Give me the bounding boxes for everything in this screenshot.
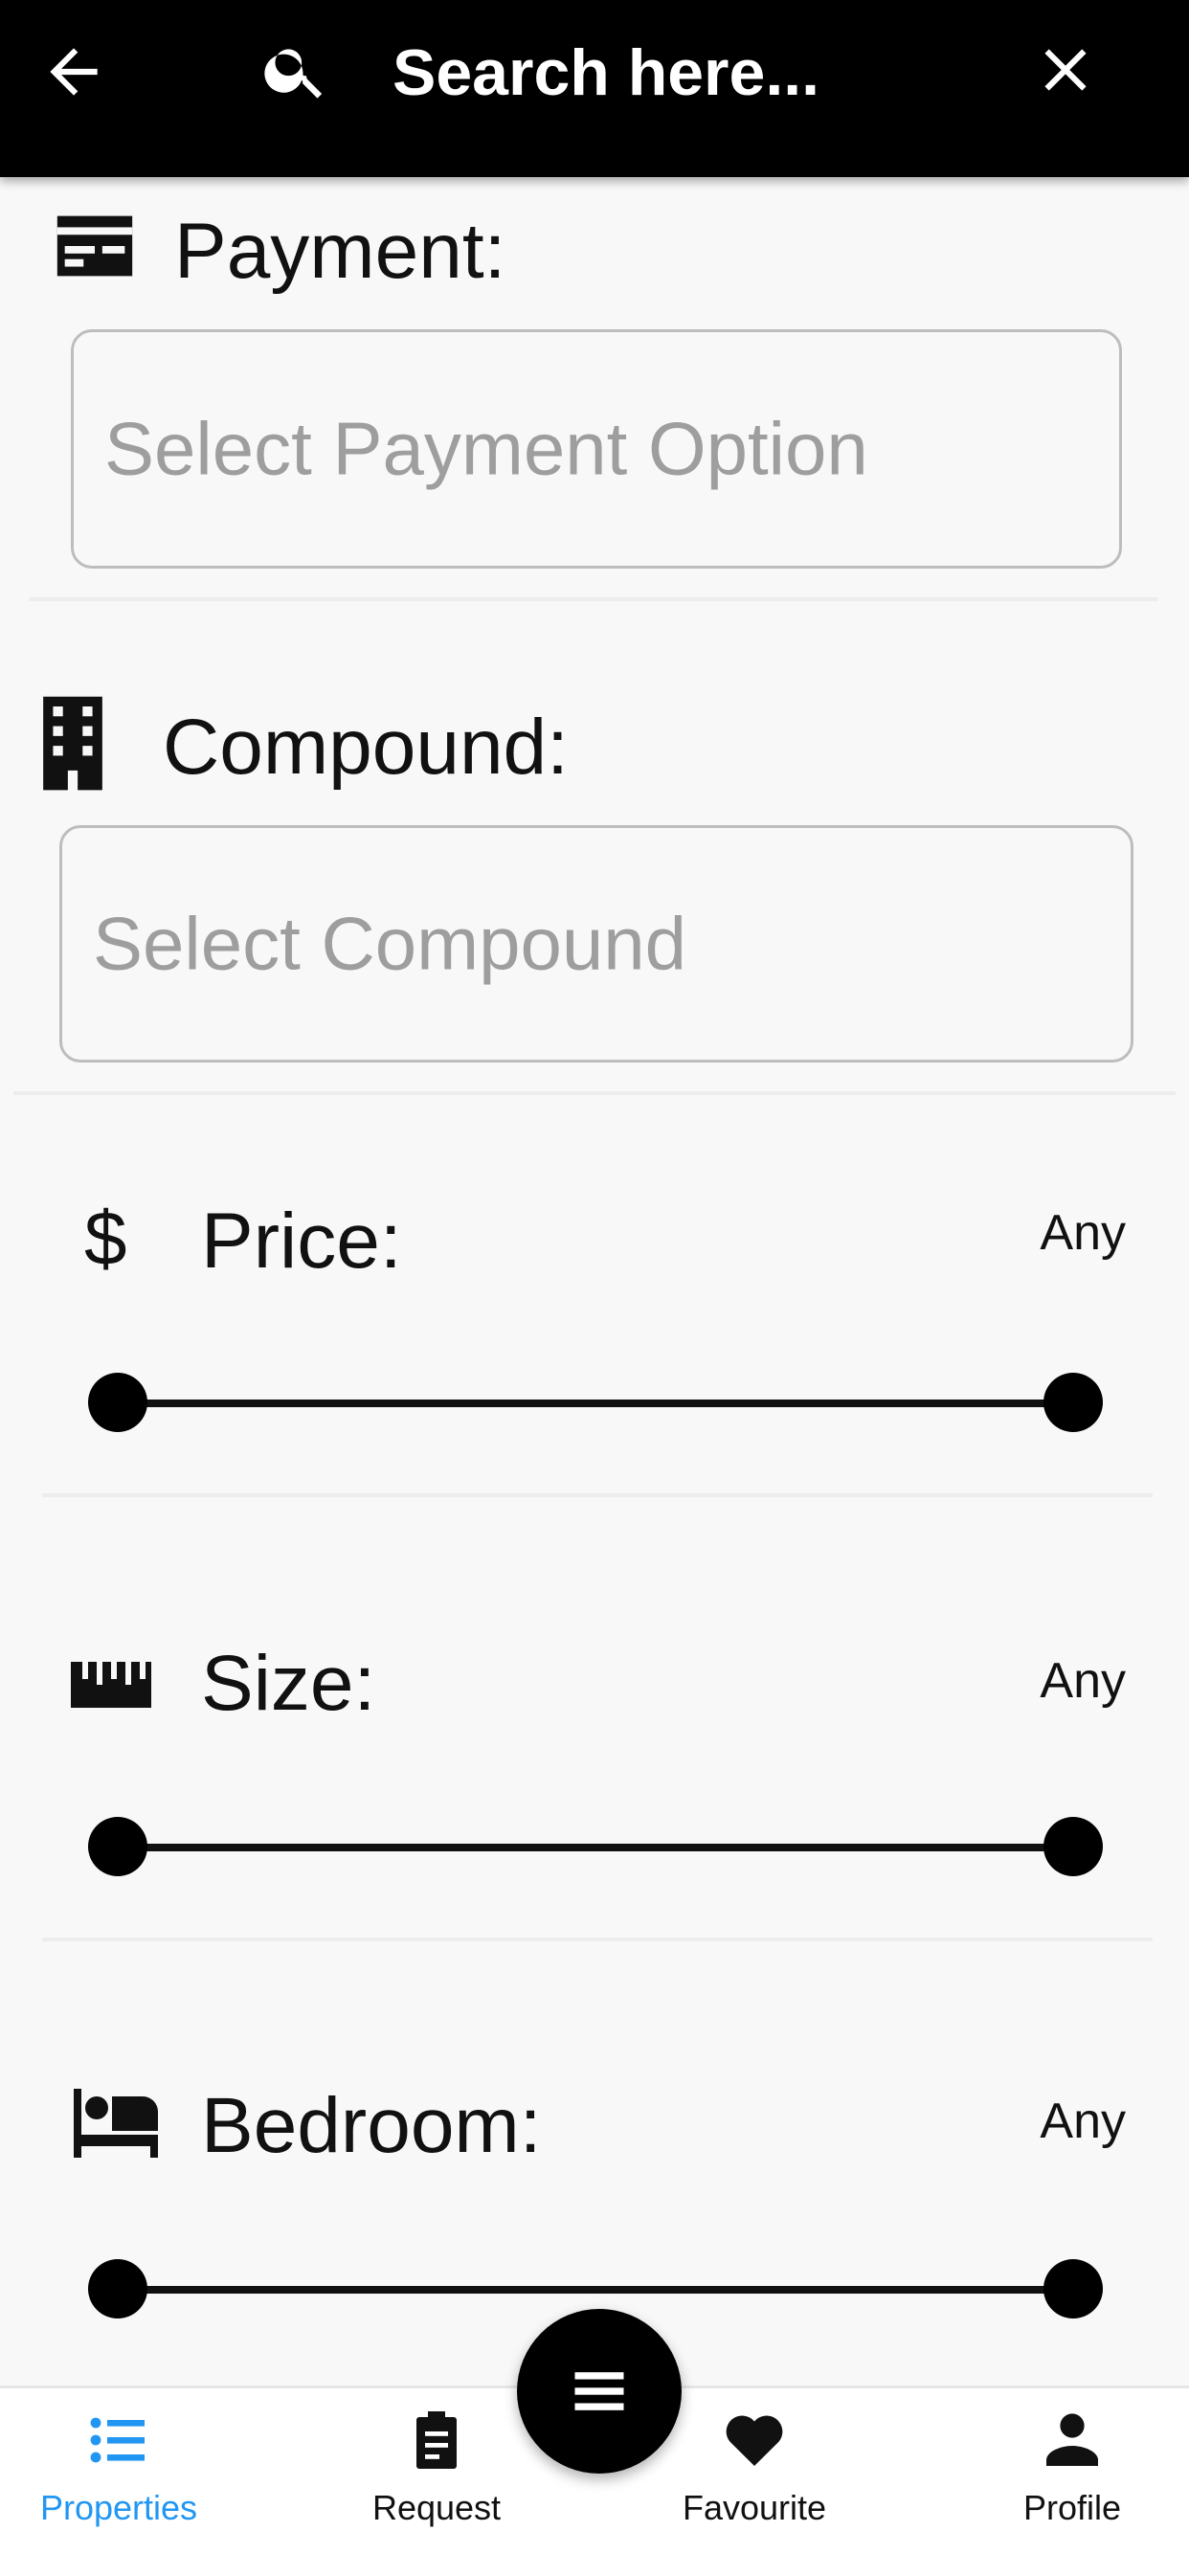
payment-card-icon xyxy=(56,215,133,277)
nav-properties[interactable]: Properties xyxy=(23,2388,214,2576)
heart-icon xyxy=(726,2415,783,2466)
payment-label: Payment: xyxy=(174,208,506,295)
building-icon xyxy=(43,696,102,791)
size-label: Size: xyxy=(201,1640,376,1727)
nav-label: Favourite xyxy=(682,2488,827,2527)
size-min-thumb[interactable] xyxy=(88,1817,147,1876)
bedroom-min-thumb[interactable] xyxy=(88,2259,147,2318)
compound-placeholder: Select Compound xyxy=(93,901,687,986)
bedroom-label: Bedroom: xyxy=(201,2082,542,2169)
price-max-thumb[interactable] xyxy=(1043,1373,1103,1432)
slider-track xyxy=(117,1844,1074,1851)
menu-fab-button[interactable] xyxy=(517,2309,682,2474)
clipboard-icon xyxy=(416,2411,457,2469)
divider xyxy=(29,597,1158,601)
divider xyxy=(13,1091,1176,1095)
size-range-slider[interactable] xyxy=(88,1803,1103,1890)
nav-profile[interactable]: Profile xyxy=(976,2388,1168,2576)
slider-track xyxy=(117,2286,1074,2294)
payment-select[interactable]: Select Payment Option xyxy=(71,329,1122,569)
search-icon xyxy=(264,49,323,99)
price-label: Price: xyxy=(201,1198,402,1285)
bed-icon xyxy=(74,2089,158,2158)
payment-placeholder: Select Payment Option xyxy=(104,406,868,491)
bedroom-max-thumb[interactable] xyxy=(1043,2259,1103,2318)
divider xyxy=(42,1938,1153,1941)
nav-label: Properties xyxy=(39,2488,198,2527)
slider-track xyxy=(117,1400,1074,1407)
nav-label: Request xyxy=(371,2488,502,2527)
nav-request[interactable]: Request xyxy=(341,2388,532,2576)
list-icon xyxy=(90,2417,145,2463)
nav-label: Profile xyxy=(1022,2488,1122,2527)
price-min-thumb[interactable] xyxy=(88,1373,147,1432)
person-icon xyxy=(1046,2413,1098,2466)
price-value: Any xyxy=(1040,1205,1126,1261)
compound-label: Compound: xyxy=(163,704,569,791)
dollar-icon: $ xyxy=(84,1196,127,1281)
search-app-bar xyxy=(0,0,1189,177)
menu-icon xyxy=(574,2372,624,2410)
compound-select[interactable]: Select Compound xyxy=(59,825,1133,1063)
price-range-slider[interactable] xyxy=(88,1359,1103,1445)
nav-favourite[interactable]: Favourite xyxy=(659,2388,850,2576)
search-input[interactable] xyxy=(391,29,1007,117)
size-max-thumb[interactable] xyxy=(1043,1817,1103,1876)
ruler-icon xyxy=(71,1662,151,1708)
divider xyxy=(42,1493,1153,1497)
bedroom-value: Any xyxy=(1040,2094,1126,2149)
back-arrow-icon[interactable] xyxy=(38,36,109,107)
size-value: Any xyxy=(1040,1653,1126,1709)
close-icon[interactable] xyxy=(1030,34,1101,105)
